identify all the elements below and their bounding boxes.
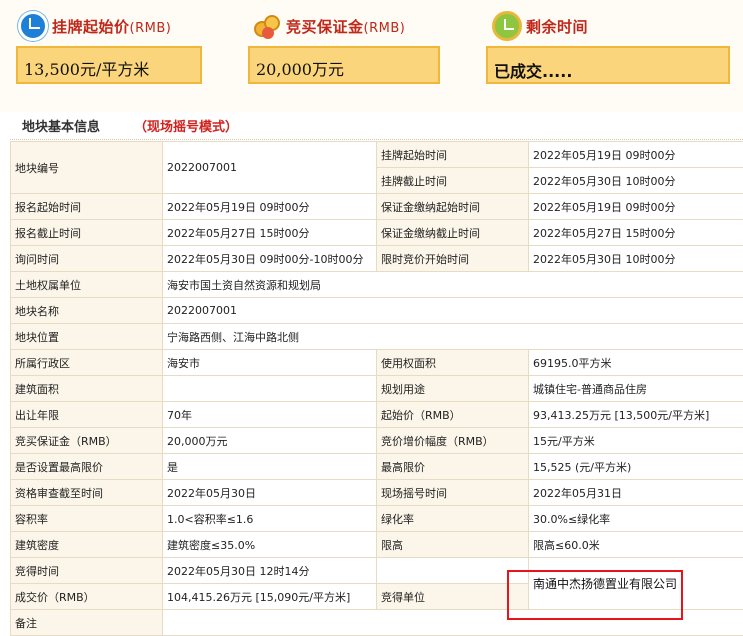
owner-key: 土地权属单位 <box>11 272 163 298</box>
start-price-block: 挂牌起始价(RMB) <box>18 8 171 44</box>
time-left-value: 已成交..... <box>486 46 730 84</box>
time-left-label: 剩余时间 <box>526 16 588 37</box>
start-price-key: 起始价（RMB） <box>377 402 529 428</box>
cap-set-value: 是 <box>163 454 377 480</box>
dep-start-key: 保证金缴纳起始时间 <box>377 194 529 220</box>
lottery-key: 现场摇号时间 <box>377 480 529 506</box>
lottery-value: 2022年05月31日 <box>529 480 743 506</box>
start-price-label: 挂牌起始价(RMB) <box>52 16 171 37</box>
limit-start-key: 限时竞价开始时间 <box>377 246 529 272</box>
name-key: 地块名称 <box>11 298 163 324</box>
table-row: 是否设置最高限价 是 最高限价 15,525 (元/平方米) <box>11 454 743 480</box>
dep-end-key: 保证金缴纳截止时间 <box>377 220 529 246</box>
purpose-key: 规划用途 <box>377 376 529 402</box>
cap-set-key: 是否设置最高限价 <box>11 454 163 480</box>
increment-value: 15元/平方米 <box>529 428 743 454</box>
table-row: 地块名称 2022007001 <box>11 298 743 324</box>
use-area-key: 使用权面积 <box>377 350 529 376</box>
term-key: 出让年限 <box>11 402 163 428</box>
green-key: 绿化率 <box>377 506 529 532</box>
table-row: 报名起始时间 2022年05月19日 09时00分 保证金缴纳起始时间 2022… <box>11 194 743 220</box>
density-key: 建筑密度 <box>11 532 163 558</box>
deposit-block: 竞买保证金(RMB) <box>252 8 405 44</box>
limit-start-value: 2022年05月30日 10时00分 <box>529 246 743 272</box>
inquiry-value: 2022年05月30日 09时00分-10时00分 <box>163 246 377 272</box>
section-mode: （现场摇号模式） <box>134 116 238 135</box>
table-row: 土地权属单位 海安市国土资自然资源和规划局 <box>11 272 743 298</box>
remark-key: 备注 <box>11 610 163 636</box>
table-row: 地块位置 宁海路西侧、江海中路北侧 <box>11 324 743 350</box>
list-start-value: 2022年05月19日 09时00分 <box>529 142 743 168</box>
table-row: 出让年限 70年 起始价（RMB） 93,413.25万元 [13,500元/平… <box>11 402 743 428</box>
table-row: 容积率 1.0<容积率≤1.6 绿化率 30.0%≤绿化率 <box>11 506 743 532</box>
height-key: 限高 <box>377 532 529 558</box>
deposit-key: 竞买保证金（RMB） <box>11 428 163 454</box>
reg-end-value: 2022年05月27日 15时00分 <box>163 220 377 246</box>
density-value: 建筑密度≤35.0% <box>163 532 377 558</box>
deal-price-value: 104,415.26万元 [15,090元/平方米] <box>163 584 377 610</box>
far-key: 容积率 <box>11 506 163 532</box>
owner-value: 海安市国土资自然资源和规划局 <box>163 272 743 298</box>
far-value: 1.0<容积率≤1.6 <box>163 506 377 532</box>
dep-end-value: 2022年05月27日 15时00分 <box>529 220 743 246</box>
list-end-value: 2022年05月30日 10时00分 <box>529 168 743 194</box>
deposit-row-value: 20,000万元 <box>163 428 377 454</box>
district-key: 所属行政区 <box>11 350 163 376</box>
build-area-value <box>163 376 377 402</box>
empty-cell <box>377 558 529 584</box>
won-time-key: 竞得时间 <box>11 558 163 584</box>
section-label: 地块基本信息 <box>22 116 100 135</box>
timer-icon <box>492 11 522 41</box>
table-row: 所属行政区 海安市 使用权面积 69195.0平方米 <box>11 350 743 376</box>
table-row: 报名截止时间 2022年05月27日 15时00分 保证金缴纳截止时间 2022… <box>11 220 743 246</box>
qual-key: 资格审查截至时间 <box>11 480 163 506</box>
location-value: 宁海路西侧、江海中路北侧 <box>163 324 743 350</box>
parcel-no-key: 地块编号 <box>11 142 163 194</box>
deposit-value: 20,000万元 <box>248 46 440 84</box>
height-value: 限高≤60.0米 <box>529 532 743 558</box>
deposit-label: 竞买保证金(RMB) <box>286 16 405 37</box>
auction-summary-panel: 挂牌起始价(RMB) 13,500元/平方米 竞买保证金(RMB) 20,000… <box>0 0 743 112</box>
term-value: 70年 <box>163 402 377 428</box>
parcel-no-value: 2022007001 <box>163 142 377 194</box>
won-time-value: 2022年05月30日 12时14分 <box>163 558 377 584</box>
inquiry-key: 询问时间 <box>11 246 163 272</box>
clock-icon <box>18 11 48 41</box>
cap-key: 最高限价 <box>377 454 529 480</box>
cap-value: 15,525 (元/平方米) <box>529 454 743 480</box>
reg-end-key: 报名截止时间 <box>11 220 163 246</box>
winner-key: 竞得单位 <box>377 584 529 610</box>
dep-start-value: 2022年05月19日 09时00分 <box>529 194 743 220</box>
location-key: 地块位置 <box>11 324 163 350</box>
build-area-key: 建筑面积 <box>11 376 163 402</box>
parcel-info-table: 地块编号 2022007001 挂牌起始时间 2022年05月19日 09时00… <box>10 141 743 636</box>
qual-value: 2022年05月30日 <box>163 480 377 506</box>
reg-start-value: 2022年05月19日 09时00分 <box>163 194 377 220</box>
district-value: 海安市 <box>163 350 377 376</box>
name-value: 2022007001 <box>163 298 743 324</box>
start-price-value: 13,500元/平方米 <box>16 46 202 84</box>
deal-price-key: 成交价（RMB） <box>11 584 163 610</box>
start-price-row-value: 93,413.25万元 [13,500元/平方米] <box>529 402 743 428</box>
time-left-block: 剩余时间 <box>492 8 588 44</box>
reg-start-key: 报名起始时间 <box>11 194 163 220</box>
table-row: 建筑密度 建筑密度≤35.0% 限高 限高≤60.0米 <box>11 532 743 558</box>
use-area-value: 69195.0平方米 <box>529 350 743 376</box>
table-row: 竞买保证金（RMB） 20,000万元 竞价增价幅度（RMB） 15元/平方米 <box>11 428 743 454</box>
green-value: 30.0%≤绿化率 <box>529 506 743 532</box>
increment-key: 竞价增价幅度（RMB） <box>377 428 529 454</box>
winner-highlight-box <box>507 570 683 620</box>
section-heading: 地块基本信息 （现场摇号模式） <box>10 112 743 140</box>
table-row: 建筑面积 规划用途 城镇住宅-普通商品住房 <box>11 376 743 402</box>
table-row: 资格审查截至时间 2022年05月30日 现场摇号时间 2022年05月31日 <box>11 480 743 506</box>
table-row: 询问时间 2022年05月30日 09时00分-10时00分 限时竞价开始时间 … <box>11 246 743 272</box>
table-row: 地块编号 2022007001 挂牌起始时间 2022年05月19日 09时00… <box>11 142 743 168</box>
purpose-value: 城镇住宅-普通商品住房 <box>529 376 743 402</box>
coins-icon <box>252 11 282 41</box>
list-start-key: 挂牌起始时间 <box>377 142 529 168</box>
list-end-key: 挂牌截止时间 <box>377 168 529 194</box>
